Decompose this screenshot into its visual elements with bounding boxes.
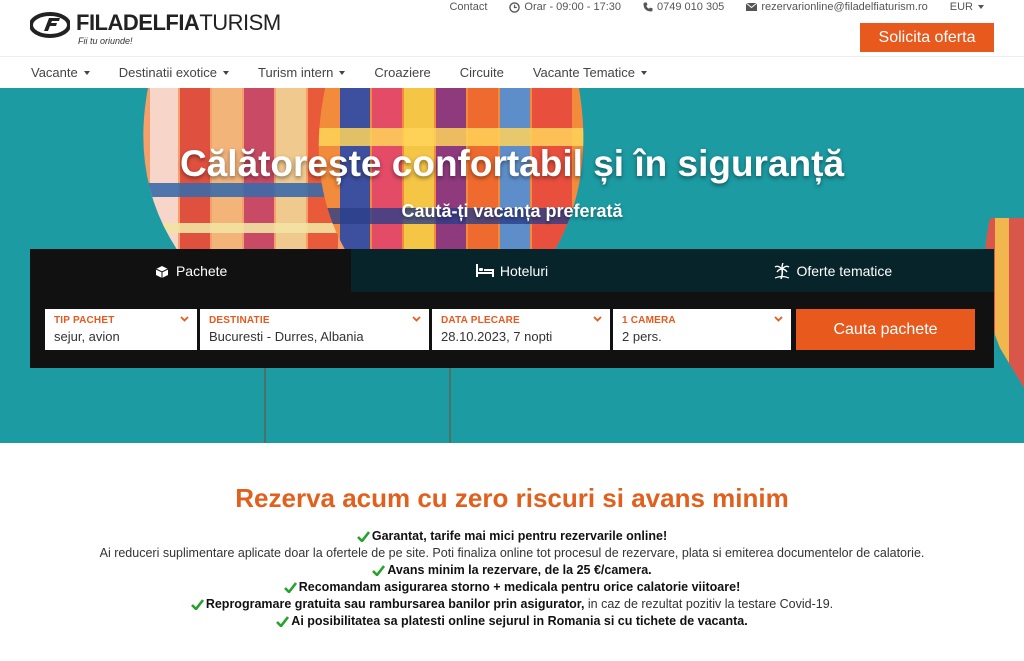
benefit-text: Recomandam asigurarea storno + medicala … [298, 580, 741, 594]
site-header: FILADELFIATURISM Fii tu oriunde! Contact… [0, 0, 1024, 88]
nav-item-label: Turism intern [258, 65, 334, 80]
benefit-item: Recomandam asigurarea storno + medicala … [0, 579, 1024, 596]
field-label: DESTINATIE [209, 315, 270, 326]
field-label: 1 CAMERA [622, 315, 676, 326]
nav-item-circuite[interactable]: Circuite [460, 65, 504, 80]
field-value: 28.10.2023, 7 nopti [441, 329, 553, 344]
chevron-down-icon [223, 70, 230, 75]
hero-title: Călătorește confortabil și în siguranță [179, 143, 845, 184]
brand-name: FILADELFIA [76, 10, 200, 35]
chevron-down-icon [180, 316, 189, 322]
search-tabs: Pachete Hoteluri Oferte tematice [30, 249, 994, 292]
benefit-item: Reprogramare gratuita sau rambursarea ba… [0, 596, 1024, 613]
benefit-item: Avans minim la rezervare, de la 25 €/cam… [0, 562, 1024, 579]
benefit-text: Ai posibilitatea sa platesti online seju… [291, 614, 748, 628]
nav-item-destinatii-exotice[interactable]: Destinatii exotice [118, 65, 230, 80]
tab-label: Hoteluri [499, 262, 549, 279]
info-section: Rezerva acum cu zero riscuri si avans mi… [0, 443, 1024, 661]
nav-item-label: Circuite [459, 65, 504, 80]
tab-pachete[interactable]: Pachete [30, 249, 352, 292]
departure-date-select[interactable]: DATA PLECARE 28.10.2023, 7 nopti [432, 309, 610, 350]
clock-icon [509, 1, 521, 13]
request-offer-button[interactable]: Solicita oferta [860, 23, 994, 52]
benefit-item: Garantat, tarife mai mici pentru rezerva… [0, 528, 1024, 545]
check-icon [356, 531, 370, 542]
phone-icon [643, 2, 653, 12]
field-value: Bucuresti - Durres, Albania [209, 329, 364, 344]
benefit-text: Ai reduceri suplimentare aplicate doar l… [99, 546, 925, 560]
top-bar: Contact Orar - 09:00 - 17:30 0749 010 30… [427, 0, 984, 14]
benefits-list: Garantat, tarife mai mici pentru rezerva… [0, 528, 1024, 630]
bed-icon [475, 264, 494, 277]
hours-info: Orar - 09:00 - 17:30 [509, 1, 621, 13]
currency-select[interactable]: EUR [950, 1, 984, 13]
search-fields: TIP PACHET sejur, avion DESTINATIE Bucur… [30, 292, 994, 350]
currency-value: EUR [949, 1, 973, 13]
benefit-detail: Ai reduceri suplimentare aplicate doar l… [0, 545, 1024, 562]
suitcase-icon [155, 265, 169, 278]
info-title: Rezerva acum cu zero riscuri si avans mi… [235, 483, 789, 513]
tab-oferte-tematice[interactable]: Oferte tematice [672, 249, 994, 292]
field-value: sejur, avion [54, 329, 120, 344]
benefit-text: Garantat, tarife mai mici pentru rezerva… [371, 529, 668, 543]
brand-name-thin: TURISM [199, 10, 281, 35]
benefit-text: Avans minim la rezervare, de la 25 €/cam… [387, 563, 652, 577]
tab-hoteluri[interactable]: Hoteluri [351, 249, 673, 292]
phone-link[interactable]: 0749 010 305 [643, 1, 724, 13]
email-link[interactable]: rezervarionline@filadelfiaturism.ro [746, 1, 928, 13]
chevron-down-icon [774, 316, 783, 322]
nav-item-label: Destinatii exotice [118, 65, 218, 80]
phone-text: 0749 010 305 [657, 1, 725, 13]
search-packages-button[interactable]: Cauta pachete [796, 309, 975, 350]
tab-label: Pachete [175, 262, 228, 279]
nav-item-label: Vacante [31, 65, 78, 80]
chevron-down-icon [978, 5, 984, 9]
hours-text: Orar - 09:00 - 17:30 [524, 1, 622, 13]
nav-item-turism-intern[interactable]: Turism intern [258, 65, 346, 80]
check-icon [372, 565, 386, 576]
nav-item-croaziere[interactable]: Croaziere [374, 65, 430, 80]
tab-label: Oferte tematice [796, 262, 893, 279]
brand-tagline: Fii tu oriunde! [78, 36, 133, 46]
palm-tree-icon [775, 262, 790, 279]
check-icon [283, 582, 297, 593]
benefit-text: Reprogramare gratuita sau rambursarea ba… [205, 597, 585, 611]
nav-item-label: Vacante Tematice [532, 65, 635, 80]
hero-subtitle: Caută-ți vacanța preferată [401, 201, 623, 221]
chevron-down-icon [640, 70, 647, 75]
benefit-item: Ai posibilitatea sa platesti online seju… [0, 613, 1024, 630]
logo[interactable]: FILADELFIATURISM Fii tu oriunde! [30, 10, 281, 46]
chevron-down-icon [83, 70, 90, 75]
contact-link[interactable]: Contact [449, 1, 487, 13]
envelope-icon [746, 3, 758, 11]
rooms-select[interactable]: 1 CAMERA 2 pers. [613, 309, 791, 350]
chevron-down-icon [593, 316, 602, 322]
nav-item-label: Croaziere [374, 65, 431, 80]
benefit-text-rest: in caz de rezultat pozitiv la testare Co… [584, 597, 834, 611]
email-text: rezervarionline@filadelfiaturism.ro [761, 1, 928, 13]
chevron-down-icon [412, 316, 421, 322]
field-label: DATA PLECARE [441, 315, 520, 326]
package-type-select[interactable]: TIP PACHET sejur, avion [45, 309, 197, 350]
field-label: TIP PACHET [54, 315, 115, 326]
main-nav: Vacante Destinatii exotice Turism intern… [0, 56, 1024, 88]
nav-item-vacante[interactable]: Vacante [31, 65, 90, 80]
check-icon [276, 616, 290, 627]
logo-icon [30, 12, 70, 38]
check-icon [190, 599, 204, 610]
field-value: 2 pers. [622, 329, 662, 344]
hero-banner: Călătorește confortabil și în siguranță … [0, 88, 1024, 443]
search-panel: Pachete Hoteluri Oferte tematice TIP PAC… [30, 249, 994, 368]
nav-item-vacante-tematice[interactable]: Vacante Tematice [533, 65, 647, 80]
chevron-down-icon [339, 70, 346, 75]
destination-select[interactable]: DESTINATIE Bucuresti - Durres, Albania [200, 309, 429, 350]
